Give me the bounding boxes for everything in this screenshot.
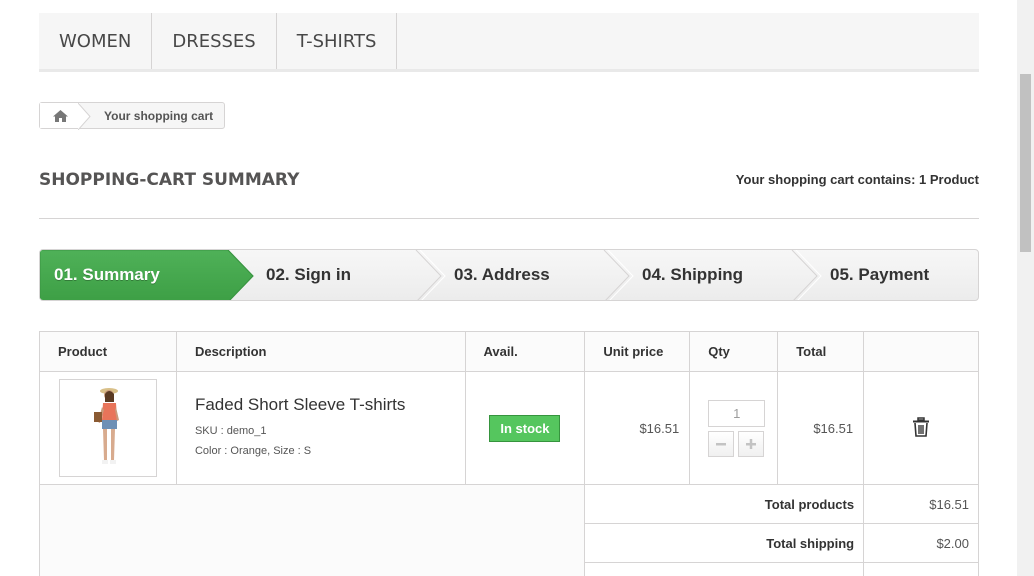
qty-cell: 1 xyxy=(689,371,779,485)
scrollbar-thumb[interactable] xyxy=(1020,74,1031,252)
total-products-label: Total products xyxy=(584,484,865,524)
plus-icon xyxy=(746,438,757,449)
cart-table: Product Description Avail. Unit price Qt… xyxy=(38,331,979,576)
nav-item-tshirts[interactable]: T-SHIRTS xyxy=(277,13,398,69)
row-total: $16.51 xyxy=(777,371,865,485)
cart-count-label: Your shopping cart contains: xyxy=(735,172,916,187)
summary-spacer xyxy=(38,484,586,576)
checkout-steps: 01. Summary 02. Sign in 03. Address 04. … xyxy=(39,249,979,301)
quantity-stepper xyxy=(708,430,777,457)
summary-cutoff-cell xyxy=(584,562,865,576)
page-scrollbar[interactable] xyxy=(1017,0,1034,576)
header-actions xyxy=(863,331,979,372)
header-description: Description xyxy=(175,331,466,372)
header-qty: Qty xyxy=(689,331,779,372)
step-summary[interactable]: 01. Summary xyxy=(54,265,160,285)
step-sign-in[interactable]: 02. Sign in xyxy=(266,265,351,285)
step-address[interactable]: 03. Address xyxy=(454,265,550,285)
page-title: SHOPPING-CART SUMMARY xyxy=(39,170,300,190)
header-total: Total xyxy=(777,331,865,372)
delete-button[interactable] xyxy=(912,416,930,440)
product-photo-icon xyxy=(94,388,119,464)
summary-row-products: Total products $16.51 xyxy=(38,484,979,576)
quantity-input[interactable]: 1 xyxy=(708,399,766,427)
description-cell: Faded Short Sleeve T-shirts SKU : demo_1… xyxy=(175,371,466,485)
heading-divider xyxy=(39,218,979,219)
quantity-increase-button[interactable] xyxy=(738,430,765,457)
header-product: Product xyxy=(39,331,177,372)
product-name[interactable]: Faded Short Sleeve T-shirts xyxy=(195,395,465,415)
home-icon xyxy=(52,109,68,122)
cart-count: Your shopping cart contains: 1 Product xyxy=(736,172,979,187)
delete-cell xyxy=(863,371,979,485)
product-sku: SKU : demo_1 xyxy=(194,425,267,437)
step-payment[interactable]: 05. Payment xyxy=(830,265,929,285)
product-attributes[interactable]: Color : Orange, Size : S xyxy=(195,441,465,461)
header-avail: Avail. xyxy=(464,331,586,372)
trash-icon xyxy=(913,416,930,437)
total-shipping-label: Total shipping xyxy=(584,523,865,563)
table-header-row: Product Description Avail. Unit price Qt… xyxy=(39,331,979,372)
breadcrumb-home[interactable] xyxy=(40,103,80,128)
table-row: Faded Short Sleeve T-shirts SKU : demo_1… xyxy=(39,371,979,485)
breadcrumb: Your shopping cart xyxy=(39,102,226,130)
nav-item-dresses[interactable]: DRESSES xyxy=(152,13,277,69)
summary-cutoff-value xyxy=(863,562,979,576)
cart-count-value: 1 Product xyxy=(919,172,979,187)
availability-cell: In stock xyxy=(464,371,586,485)
breadcrumb-current: Your shopping cart xyxy=(104,108,214,123)
top-nav: WOMEN DRESSES T-SHIRTS xyxy=(39,13,979,72)
nav-item-women[interactable]: WOMEN xyxy=(39,13,153,69)
step-shipping[interactable]: 04. Shipping xyxy=(642,265,743,285)
total-shipping-value: $2.00 xyxy=(863,523,979,563)
total-products-value: $16.51 xyxy=(863,484,979,524)
minus-icon xyxy=(716,442,727,445)
product-cell xyxy=(39,371,177,485)
unit-price: $16.51 xyxy=(584,371,691,485)
product-image[interactable] xyxy=(59,379,157,477)
quantity-decrease-button[interactable] xyxy=(708,430,735,457)
header-unit-price: Unit price xyxy=(584,331,691,372)
status-badge: In stock xyxy=(489,414,561,442)
